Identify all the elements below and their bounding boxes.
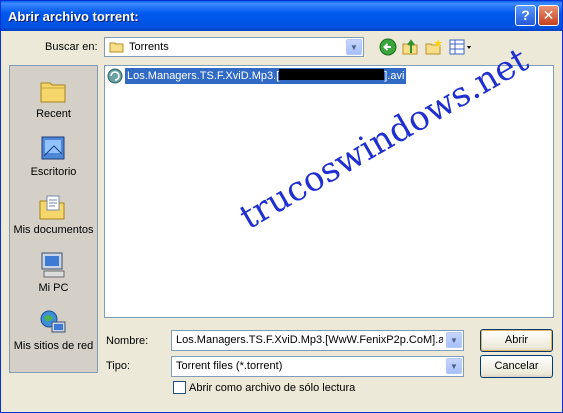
readonly-checkbox[interactable]: [173, 381, 186, 394]
lookin-combo[interactable]: Torrents ▼: [104, 37, 364, 57]
chevron-down-icon[interactable]: ▼: [346, 39, 362, 55]
place-label: Mis sitios de red: [13, 340, 94, 352]
my-documents-icon: [39, 195, 65, 220]
place-my-documents[interactable]: Mis documentos: [10, 190, 97, 246]
place-desktop[interactable]: Escritorio: [10, 132, 97, 188]
open-button[interactable]: Abrir: [480, 329, 553, 352]
close-icon: ✕: [542, 7, 555, 23]
help-icon: ?: [521, 7, 530, 23]
up-folder-icon[interactable]: [401, 38, 419, 56]
place-label: Mis documentos: [13, 224, 94, 236]
new-folder-icon[interactable]: [425, 38, 443, 56]
place-label: Recent: [36, 108, 71, 120]
chevron-down-icon[interactable]: ▼: [446, 332, 462, 348]
readonly-label[interactable]: Abrir como archivo de sólo lectura: [189, 382, 355, 394]
title-bar[interactable]: Abrir archivo torrent: ? ✕: [1, 1, 562, 31]
help-button[interactable]: ?: [515, 5, 536, 26]
cancel-button[interactable]: Cancelar: [480, 355, 553, 378]
filename-input[interactable]: Los.Managers.TS.F.XviD.Mp3.[WwW.FenixP2p…: [171, 330, 464, 351]
my-computer-icon: [41, 252, 65, 278]
folder-icon: [109, 42, 124, 53]
redacted-block: [279, 69, 385, 80]
place-network[interactable]: Mis sitios de red: [10, 306, 97, 366]
filename-label: Nombre:: [106, 335, 149, 347]
lookin-value: Torrents: [129, 41, 169, 53]
close-button[interactable]: ✕: [538, 5, 559, 26]
file-name-end: ].avi: [384, 70, 405, 82]
place-label: Mi PC: [38, 282, 69, 294]
chevron-down-icon[interactable]: ▼: [446, 358, 462, 374]
view-menu-icon[interactable]: [449, 38, 473, 56]
torrent-file-icon: [107, 68, 123, 84]
file-name: Los.Managers.TS.F.XviD.Mp3.[ ].avi: [125, 68, 407, 84]
filetype-label: Tipo:: [106, 360, 131, 372]
desktop-icon: [41, 136, 65, 160]
recent-icon: [40, 82, 66, 103]
window-title: Abrir archivo torrent:: [8, 9, 139, 24]
filetype-value: Torrent files (*.torrent): [176, 360, 283, 372]
back-icon[interactable]: [379, 38, 397, 56]
filename-value: Los.Managers.TS.F.XviD.Mp3.[WwW.FenixP2p…: [176, 334, 443, 346]
filetype-select[interactable]: Torrent files (*.torrent) ▼: [171, 356, 464, 377]
places-bar: Recent Escritorio Mis documentos Mi PC M…: [9, 65, 98, 373]
place-my-computer[interactable]: Mi PC: [10, 248, 97, 304]
file-name-start: Los.Managers.TS.F.XviD.Mp3.[: [127, 70, 280, 82]
open-torrent-dialog: Abrir archivo torrent: ? ✕ Buscar en: To…: [0, 0, 563, 413]
place-label: Escritorio: [30, 166, 77, 178]
network-places-icon: [40, 310, 66, 333]
lookin-label: Buscar en:: [45, 41, 98, 53]
place-recent[interactable]: Recent: [10, 74, 97, 130]
